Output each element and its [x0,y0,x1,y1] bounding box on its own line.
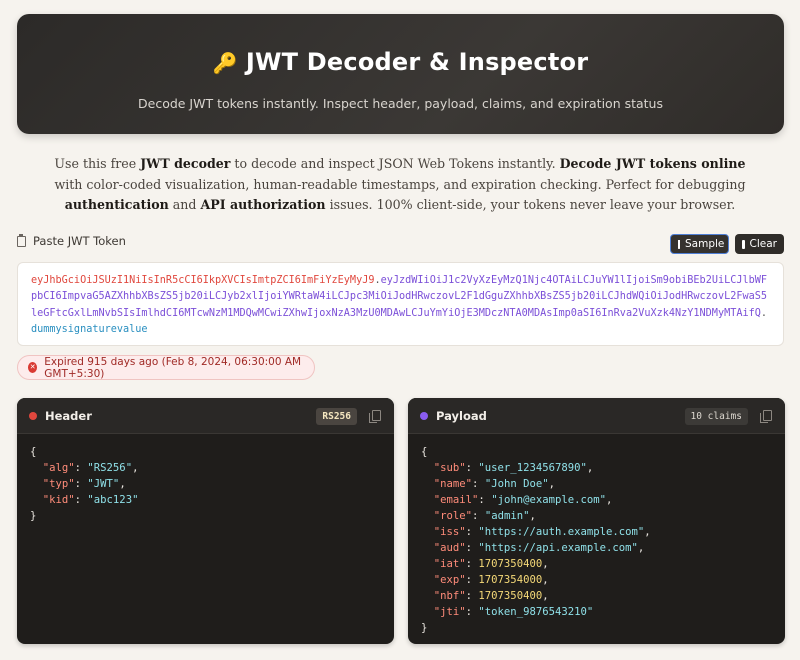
json-key: "sub" [433,462,466,474]
json-key: "iat" [433,558,466,570]
json-value: "RS256" [87,462,133,474]
intro-text: issues. 100% client-side, your tokens ne… [325,197,736,212]
error-icon: ✕ [28,362,38,373]
expiration-status-text: Expired 915 days ago (Feb 8, 2024, 06:30… [44,355,302,380]
json-field: "exp": 1707354000, [433,574,549,586]
json-field: "email": "john@example.com", [433,494,613,506]
header-panel-head: Header RS256 [17,398,394,434]
intro-paragraph: Use this free JWT decoder to decode and … [40,154,760,216]
sample-button[interactable]: Sample [670,234,729,254]
json-key: "iss" [433,526,466,538]
json-brace: } [30,510,37,522]
json-field: "name": "John Doe", [433,478,555,490]
intro-text: and [168,197,201,212]
algorithm-badge: RS256 [316,408,357,425]
json-brace: { [30,446,37,458]
page-subtitle: Decode JWT tokens instantly. Inspect hea… [138,96,663,111]
payload-json: { "sub": "user_1234567890", "name": "Joh… [408,434,785,644]
page-title-text: JWT Decoder & Inspector [245,48,589,76]
intro-bold: API authorization [200,197,326,212]
json-key: "exp" [433,574,466,586]
json-value: "https://auth.example.com" [478,526,645,538]
header-panel: Header RS256 { "alg": "RS256", "typ": "J… [17,398,394,644]
intro-text: with color-coded visualization, human-re… [54,176,746,192]
json-key: "name" [433,478,473,490]
payload-panel-head: Payload 10 claims [408,398,785,434]
clipboard-icon [17,233,26,247]
json-field: "nbf": 1707350400, [433,590,549,602]
jwt-token-input[interactable]: eyJhbGciOiJSUzI1NiIsInR5cCI6IkpXVCIsImtp… [17,262,784,346]
json-key: "email" [433,494,479,506]
sample-button-label: Sample [685,238,725,250]
intro-bold: JWT decoder [140,156,231,171]
hero-banner: 🔑 JWT Decoder & Inspector Decode JWT toke… [17,14,784,134]
json-key: "alg" [42,462,75,474]
json-value: "John Doe" [484,478,549,490]
json-key: "nbf" [433,590,466,602]
flask-icon [678,239,680,249]
copy-icon[interactable] [760,410,772,423]
intro-bold: authentication [64,197,169,212]
json-field: "jti": "token_9876543210" [433,606,594,618]
clear-button[interactable]: Clear [735,234,784,254]
intro-text: Use this free [54,156,141,171]
header-json: { "alg": "RS256", "typ": "JWT", "kid": "… [17,434,394,534]
payload-panel-title: Payload [436,408,487,423]
paste-label: Paste JWT Token [17,233,126,248]
json-key: "jti" [433,606,466,618]
json-key: "role" [433,510,473,522]
token-signature-part: dummysignaturevalue [31,324,148,336]
json-value: "token_9876543210" [478,606,594,618]
trash-icon [742,239,745,249]
json-value: 1707354000 [478,574,543,586]
json-field: "kid": "abc123" [42,494,139,506]
claims-count-badge: 10 claims [684,408,748,425]
json-key: "aud" [433,542,466,554]
key-icon: 🔑 [212,51,238,75]
json-value: "john@example.com" [491,494,606,506]
header-panel-title: Header [45,408,92,423]
payload-dot-icon [420,411,428,420]
clear-button-label: Clear [749,238,777,250]
json-value: "admin" [484,510,530,522]
json-key: "typ" [42,478,75,490]
json-field: "iat": 1707350400, [433,558,549,570]
payload-panel: Payload 10 claims { "sub": "user_1234567… [408,398,785,644]
json-value: 1707350400 [478,558,543,570]
json-field: "aud": "https://api.example.com", [433,542,645,554]
json-field: "typ": "JWT", [42,478,126,490]
copy-icon[interactable] [369,410,381,423]
json-brace: } [421,622,428,634]
page-title: 🔑 JWT Decoder & Inspector [17,48,784,76]
json-value: "user_1234567890" [478,462,587,474]
json-value: 1707350400 [478,590,543,602]
paste-label-text: Paste JWT Token [33,234,126,248]
json-field: "role": "admin", [433,510,536,522]
json-field: "alg": "RS256", [42,462,139,474]
json-field: "iss": "https://auth.example.com", [433,526,651,538]
json-value: "abc123" [87,494,139,506]
json-field: "sub": "user_1234567890", [433,462,594,474]
json-brace: { [421,446,428,458]
expiration-status-badge: ✕ Expired 915 days ago (Feb 8, 2024, 06:… [17,355,315,380]
json-key: "kid" [42,494,75,506]
token-header-part: eyJhbGciOiJSUzI1NiIsInR5cCI6IkpXVCIsImtp… [31,275,375,286]
json-value: "JWT" [87,478,120,490]
intro-bold: Decode JWT tokens online [559,156,746,171]
header-dot-icon [29,411,37,420]
intro-text: to decode and inspect JSON Web Tokens in… [230,156,560,171]
json-value: "https://api.example.com" [478,542,638,554]
